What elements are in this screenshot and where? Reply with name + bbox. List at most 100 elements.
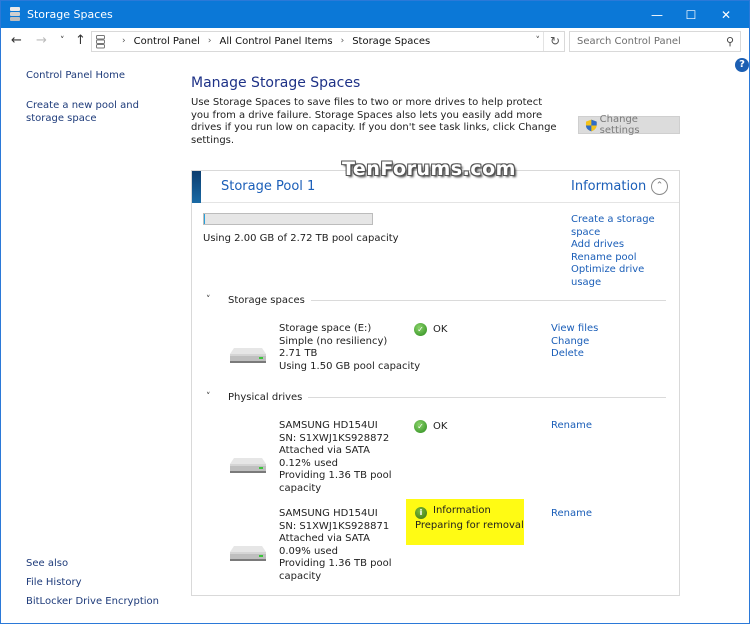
page-description: Use Storage Spaces to save files to two …: [191, 97, 557, 146]
divider: [308, 396, 666, 398]
search-placeholder: Search Control Panel: [577, 36, 681, 47]
help-icon[interactable]: ?: [735, 58, 749, 72]
rename-drive-link[interactable]: Rename: [551, 508, 592, 521]
drive-capacity-cont: capacity: [279, 570, 322, 582]
drive-serial: SN: S1XWJ1KS928872: [279, 432, 390, 444]
status-detail: Preparing for removal: [415, 520, 524, 531]
control-panel-icon: [96, 35, 105, 49]
status-text: OK: [433, 324, 448, 335]
create-storage-space-link[interactable]: Create a storage space: [571, 214, 676, 239]
storage-space-usage: Using 1.50 GB pool capacity: [279, 360, 421, 372]
status-badge: ✓ OK: [414, 420, 447, 433]
drive-connection: Attached via SATA: [279, 533, 370, 545]
search-input[interactable]: Search Control Panel ⚲: [569, 31, 741, 52]
drive-model: SAMSUNG HD154UI: [279, 420, 378, 431]
storage-spaces-section-header[interactable]: ˅ Storage spaces: [206, 293, 666, 307]
delete-link[interactable]: Delete: [551, 348, 598, 361]
storage-pool-panel: Storage Pool 1 Information ⌃ Using 2.00 …: [191, 170, 680, 596]
search-icon[interactable]: ⚲: [726, 35, 734, 48]
drive-usage: 0.12% used: [279, 457, 338, 469]
forward-arrow-icon: →: [36, 33, 47, 48]
breadcrumb-separator: ›: [122, 36, 126, 46]
change-settings-button[interactable]: Change settings: [578, 114, 680, 136]
add-drives-link[interactable]: Add drives: [571, 239, 676, 252]
breadcrumb-storage-spaces[interactable]: Storage Spaces: [352, 36, 430, 47]
breadcrumb-separator[interactable]: ›: [341, 36, 345, 47]
status-text: OK: [433, 421, 448, 432]
change-link[interactable]: Change: [551, 336, 598, 349]
breadcrumb-all-control-panel-items[interactable]: All Control Panel Items: [220, 36, 333, 47]
storage-space-size: 2.71 TB: [279, 348, 318, 360]
pool-capacity-bar: [203, 213, 373, 225]
breadcrumb[interactable]: › Control Panel › All Control Panel Item…: [91, 31, 565, 52]
ok-check-icon: ✓: [414, 420, 427, 433]
window-title: Storage Spaces: [27, 8, 113, 21]
sidebar-file-history[interactable]: File History: [26, 576, 82, 589]
recent-locations-button[interactable]: ˅: [60, 36, 65, 46]
forward-button[interactable]: →: [36, 33, 47, 48]
drive-icon: [230, 546, 266, 561]
drive-serial: SN: S1XWJ1KS928871: [279, 520, 390, 532]
divider: [543, 32, 544, 51]
drive-capacity: Providing 1.36 TB pool: [279, 558, 392, 570]
title-bar: Storage Spaces — ☐ ✕: [1, 1, 749, 28]
address-dropdown-icon[interactable]: ˅: [536, 36, 541, 46]
view-files-link[interactable]: View files: [551, 323, 598, 336]
drive-icon: [230, 348, 266, 363]
drive-model: SAMSUNG HD154UI: [279, 508, 378, 519]
pool-accent-bar: [192, 171, 201, 203]
physical-drive-links: Rename: [551, 508, 592, 521]
sidebar-create-pool[interactable]: Create a new pool and storage space: [26, 99, 176, 125]
refresh-icon[interactable]: ↻: [550, 34, 560, 48]
uac-shield-icon: [585, 119, 597, 131]
drive-usage: 0.09% used: [279, 545, 338, 557]
pool-information-label: Information: [571, 179, 647, 194]
maximize-icon: ☐: [685, 7, 697, 22]
pool-title: Storage Pool 1: [221, 179, 316, 194]
minimize-icon: —: [651, 7, 663, 22]
chevron-down-icon[interactable]: ˅: [206, 392, 222, 402]
change-settings-label: Change settings: [599, 114, 640, 136]
storage-space-name: Storage space (E:): [279, 323, 372, 334]
storage-space-links: View files Change Delete: [551, 323, 598, 361]
chevron-down-icon[interactable]: ˅: [206, 295, 222, 305]
optimize-drive-usage-link[interactable]: Optimize drive usage: [571, 264, 676, 289]
rename-pool-link[interactable]: Rename pool: [571, 252, 676, 265]
drive-icon: [230, 458, 266, 473]
status-badge: ✓ OK: [414, 323, 447, 336]
storage-space-details: Storage space (E:) Simple (no resiliency…: [279, 323, 420, 373]
back-arrow-icon: ←: [11, 33, 22, 48]
physical-drive-links: Rename: [551, 420, 592, 433]
storage-spaces-label: Storage spaces: [228, 294, 305, 306]
chevron-down-icon: ˅: [60, 36, 65, 46]
pool-task-links: Create a storage space Add drives Rename…: [571, 214, 676, 290]
rename-drive-link[interactable]: Rename: [551, 420, 592, 433]
storage-space-resiliency: Simple (no resiliency): [279, 335, 388, 347]
see-also-label: See also: [26, 558, 69, 569]
drive-connection: Attached via SATA: [279, 445, 370, 457]
status-highlight: i Information Preparing for removal: [406, 499, 524, 545]
sidebar-bitlocker[interactable]: BitLocker Drive Encryption: [26, 595, 159, 608]
up-arrow-icon: ↑: [75, 33, 86, 48]
storage-spaces-window: Storage Spaces — ☐ ✕ ← → ˅ ↑ › Control P…: [0, 0, 750, 624]
up-button[interactable]: ↑: [75, 33, 86, 48]
breadcrumb-control-panel[interactable]: Control Panel: [134, 36, 200, 47]
storage-spaces-icon: [10, 7, 20, 21]
pool-capacity-text: Using 2.00 GB of 2.72 TB pool capacity: [203, 233, 399, 244]
close-button[interactable]: ✕: [703, 1, 749, 28]
physical-drive-details: SAMSUNG HD154UI SN: S1XWJ1KS928872 Attac…: [279, 420, 392, 496]
divider: [310, 299, 666, 301]
physical-drives-label: Physical drives: [228, 391, 303, 403]
info-icon: i: [415, 507, 427, 519]
collapse-icon[interactable]: ⌃: [651, 178, 668, 195]
sidebar-control-panel-home[interactable]: Control Panel Home: [26, 69, 125, 82]
physical-drive-details: SAMSUNG HD154UI SN: S1XWJ1KS928871 Attac…: [279, 508, 392, 584]
page-title: Manage Storage Spaces: [191, 75, 361, 91]
close-icon: ✕: [720, 7, 732, 22]
watermark: TenForums.com: [342, 158, 516, 180]
drive-capacity-cont: capacity: [279, 482, 322, 494]
back-button[interactable]: ←: [11, 33, 22, 48]
drive-capacity: Providing 1.36 TB pool: [279, 470, 392, 482]
breadcrumb-separator[interactable]: ›: [208, 36, 212, 47]
physical-drives-section-header[interactable]: ˅ Physical drives: [206, 390, 666, 404]
